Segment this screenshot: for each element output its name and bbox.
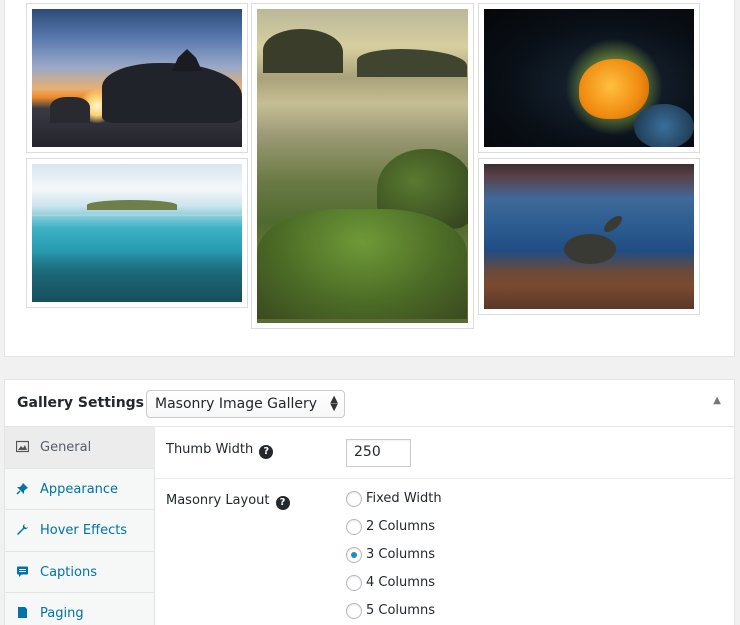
gallery-settings-box: Gallery Settings — Masonry Image Gallery…: [4, 379, 735, 625]
gallery-settings-header: Gallery Settings — Masonry Image Gallery…: [5, 380, 734, 427]
tab-general[interactable]: General: [5, 427, 155, 469]
tab-label: Appearance: [40, 481, 119, 497]
gallery-thumb-coral[interactable]: [478, 3, 700, 153]
tab-label: General: [40, 440, 92, 455]
coral-image: [484, 9, 694, 147]
tab-paging[interactable]: Paging: [5, 593, 154, 625]
tab-label: Hover Effects: [40, 523, 128, 538]
gallery-thumb-beach-rocks[interactable]: [251, 3, 474, 329]
settings-content: Thumb Width? 250 Masonry Layout? Fixed W…: [155, 427, 735, 625]
select-arrows-icon: ▲ ▼: [330, 394, 338, 413]
half-underwater-island-image: [32, 164, 242, 302]
tab-label: Paging: [40, 606, 84, 621]
tab-captions[interactable]: Captions: [5, 552, 154, 593]
radio-button[interactable]: [346, 575, 362, 591]
radio-button[interactable]: [346, 603, 362, 619]
thumb-width-row: Thumb Width? 250: [155, 427, 735, 479]
image-icon: [15, 440, 30, 454]
help-icon[interactable]: ?: [275, 496, 290, 510]
radio-button[interactable]: [346, 519, 362, 535]
radio-button[interactable]: [346, 491, 362, 507]
settings-tabs: General Appearance Hover Effects Caption…: [5, 427, 155, 625]
help-icon[interactable]: ?: [259, 445, 274, 459]
gallery-preview-panel: [4, 0, 735, 357]
gallery-thumb-turtle-underwater[interactable]: [478, 158, 700, 315]
sunset-temple-image: [32, 9, 242, 147]
beach-rocks-image: [257, 9, 468, 323]
gallery-thumb-sunset-temple[interactable]: [26, 3, 248, 153]
masonry-layout-row: Masonry Layout? Fixed Width 2 Columns 3 …: [166, 491, 442, 619]
page-icon: [16, 606, 30, 620]
gallery-type-select[interactable]: Masonry Image Gallery ▲ ▼: [146, 390, 345, 418]
tab-label: Captions: [40, 564, 97, 580]
pin-icon: [16, 482, 30, 496]
thumb-width-label: Thumb Width?: [166, 442, 274, 459]
masonry-layout-label: Masonry Layout?: [166, 493, 290, 510]
tab-hover-effects[interactable]: Hover Effects: [5, 510, 154, 552]
wrench-icon: [16, 523, 30, 537]
gallery-type-value: Masonry Image Gallery: [155, 396, 318, 412]
radio-button-checked[interactable]: [346, 547, 362, 563]
settings-title: Gallery Settings —: [17, 395, 163, 411]
turtle-underwater-image: [484, 164, 694, 309]
gallery-thumb-half-underwater-island[interactable]: [26, 158, 248, 308]
thumb-width-input[interactable]: 250: [346, 439, 411, 467]
triangle-up-icon[interactable]: ▲: [713, 395, 721, 406]
comment-icon: [16, 565, 30, 579]
tab-appearance[interactable]: Appearance: [5, 469, 154, 510]
